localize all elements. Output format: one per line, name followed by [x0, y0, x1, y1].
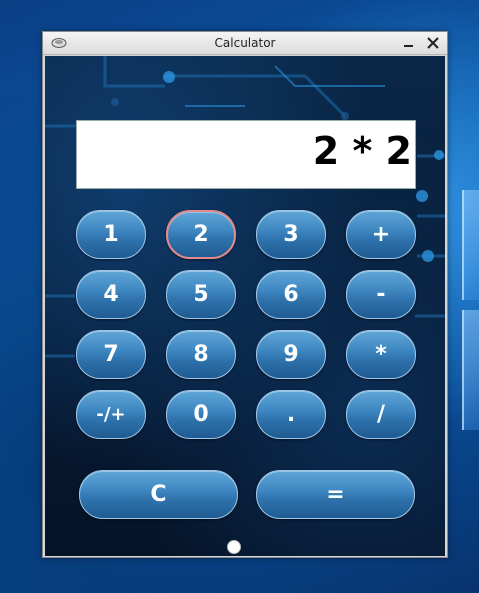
key-multiply[interactable]: *	[346, 330, 416, 379]
key-plus[interactable]: +	[346, 210, 416, 259]
calculator-body: 2 * 2 1 2 3 + 4 5 6 - 7 8 9 * -/+ 0 . / …	[45, 56, 445, 556]
key-9[interactable]: 9	[256, 330, 326, 379]
key-0[interactable]: 0	[166, 390, 236, 439]
key-8[interactable]: 8	[166, 330, 236, 379]
key-2[interactable]: 2	[166, 210, 236, 259]
key-3[interactable]: 3	[256, 210, 326, 259]
key-1[interactable]: 1	[76, 210, 146, 259]
minimize-icon[interactable]	[401, 34, 417, 52]
key-5[interactable]: 5	[166, 270, 236, 319]
title-bar[interactable]: Calculator	[43, 32, 447, 55]
window-title: Calculator	[214, 36, 276, 50]
result-display: 2 * 2	[76, 120, 416, 189]
display-value: 2 * 2	[312, 129, 412, 173]
clear-button[interactable]: C	[79, 470, 238, 519]
key-negate[interactable]: -/+	[76, 390, 146, 439]
key-7[interactable]: 7	[76, 330, 146, 379]
resize-handle[interactable]	[227, 540, 241, 554]
key-4[interactable]: 4	[76, 270, 146, 319]
windows-logo-tile	[462, 310, 479, 430]
key-decimal[interactable]: .	[256, 390, 326, 439]
close-icon[interactable]	[424, 34, 442, 52]
key-minus[interactable]: -	[346, 270, 416, 319]
windows-logo-tile	[462, 190, 479, 300]
key-6[interactable]: 6	[256, 270, 326, 319]
key-divide[interactable]: /	[346, 390, 416, 439]
calculator-window: Calculator 2 * 2 1 2 3 + 4 5 6 - 7 8 9 *…	[42, 31, 448, 558]
equals-button[interactable]: =	[256, 470, 415, 519]
